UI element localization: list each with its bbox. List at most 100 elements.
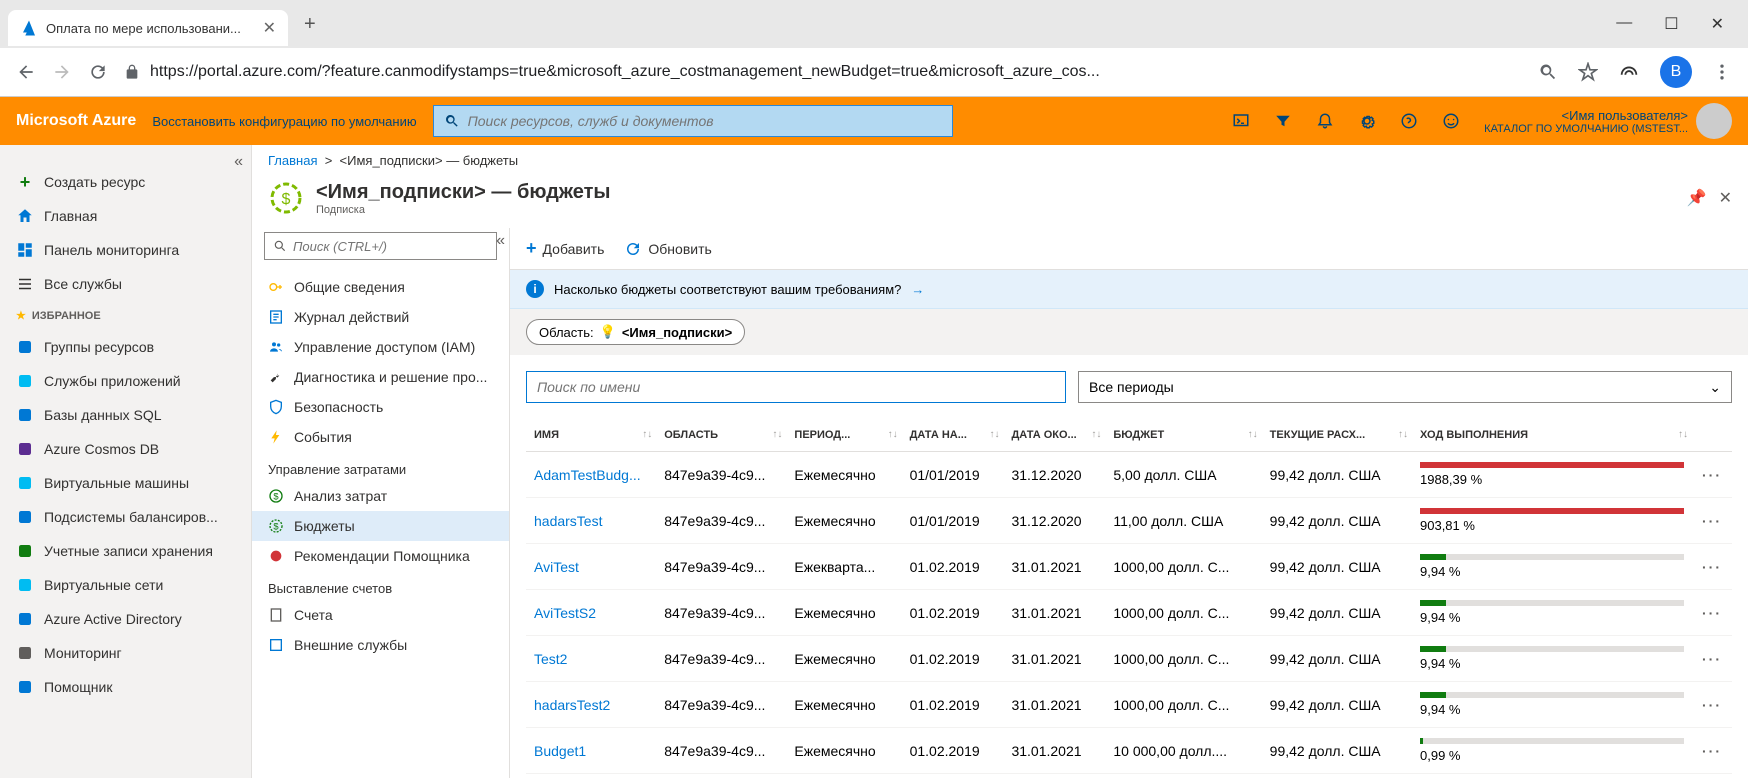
sidebar-fav-item[interactable]: Группы ресурсов — [0, 330, 251, 364]
sidebar-fav-item[interactable]: Учетные записи хранения — [0, 534, 251, 568]
pin-icon[interactable]: 📌 — [1687, 188, 1707, 208]
row-actions-button[interactable]: ··· — [1692, 636, 1732, 682]
cell-end: 31.01.2021 — [1003, 728, 1105, 774]
mid-cost-analysis[interactable]: $Анализ затрат — [252, 481, 509, 511]
sidebar-fav-item[interactable]: Базы данных SQL — [0, 398, 251, 432]
sidebar-home[interactable]: Главная — [0, 199, 251, 233]
notifications-icon[interactable] — [1316, 112, 1334, 130]
row-actions-button[interactable]: ··· — [1692, 498, 1732, 544]
budget-name-link[interactable]: AdamTestBudg... — [526, 452, 656, 498]
people-icon — [268, 339, 284, 355]
browser-profile-button[interactable]: В — [1660, 56, 1692, 88]
mid-recommendations[interactable]: Рекомендации Помощника — [252, 541, 509, 571]
filter-icon[interactable] — [1274, 112, 1292, 130]
row-actions-button[interactable]: ··· — [1692, 544, 1732, 590]
cell-budget: 1000,00 долл. С... — [1105, 682, 1261, 728]
feedback-banner[interactable]: i Насколько бюджеты соответствуют вашим … — [510, 270, 1748, 309]
address-bar[interactable]: https://portal.azure.com/?feature.canmod… — [124, 63, 1522, 81]
azure-logo[interactable]: Microsoft Azure — [16, 112, 136, 130]
refresh-button[interactable]: Обновить — [624, 240, 711, 258]
period-filter-select[interactable]: Все периоды ⌄ — [1078, 371, 1732, 403]
add-button[interactable]: +Добавить — [526, 238, 604, 259]
help-icon[interactable] — [1400, 112, 1418, 130]
budget-name-link[interactable]: Budget1 — [526, 728, 656, 774]
mid-invoices[interactable]: Счета — [252, 600, 509, 630]
browser-tab[interactable]: Оплата по мере использовани... ✕ — [8, 10, 288, 46]
feedback-icon[interactable] — [1442, 112, 1460, 130]
mid-overview[interactable]: Общие сведения — [252, 272, 509, 302]
close-blade-icon[interactable]: ✕ — [1719, 188, 1732, 208]
menu-search-input[interactable] — [293, 239, 488, 254]
window-close-icon[interactable]: ✕ — [1711, 14, 1724, 34]
mid-iam[interactable]: Управление доступом (IAM) — [252, 332, 509, 362]
cell-scope: 847e9a39-4c9... — [656, 636, 786, 682]
service-icon — [16, 440, 34, 458]
menu-icon[interactable] — [1712, 62, 1732, 82]
restore-config-link[interactable]: Восстановить конфигурацию по умолчанию — [152, 114, 416, 129]
col-budget[interactable]: БЮДЖЕТ↑↓ — [1105, 419, 1261, 452]
col-period[interactable]: ПЕРИОД...↑↓ — [786, 419, 901, 452]
cell-period: Ежемесячно — [786, 498, 901, 544]
mid-diagnose[interactable]: Диагностика и решение про... — [252, 362, 509, 392]
cell-scope: 847e9a39-4c9... — [656, 544, 786, 590]
mid-activity[interactable]: Журнал действий — [252, 302, 509, 332]
sidebar-fav-item[interactable]: Подсистемы балансиров... — [0, 500, 251, 534]
budget-name-link[interactable]: hadarsTest2 — [526, 682, 656, 728]
sidebar-fav-item[interactable]: Виртуальные сети — [0, 568, 251, 602]
breadcrumb-home[interactable]: Главная — [268, 153, 317, 168]
collapse-sidebar-icon[interactable]: « — [234, 153, 243, 171]
log-icon — [268, 309, 284, 325]
collapse-mid-sidebar-icon[interactable]: « — [496, 232, 505, 250]
azure-search-box[interactable] — [433, 105, 953, 137]
sidebar-dashboard[interactable]: Панель мониторинга — [0, 233, 251, 267]
sidebar-fav-item[interactable]: Помощник — [0, 670, 251, 704]
budget-name-link[interactable]: hadarsTest — [526, 498, 656, 544]
mid-budgets[interactable]: $Бюджеты — [252, 511, 509, 541]
sidebar-fav-item[interactable]: Azure Cosmos DB — [0, 432, 251, 466]
cell-end: 31.01.2021 — [1003, 636, 1105, 682]
forward-button[interactable] — [52, 62, 72, 82]
row-actions-button[interactable]: ··· — [1692, 590, 1732, 636]
reader-icon[interactable] — [1618, 61, 1640, 83]
budget-name-link[interactable]: AviTest — [526, 544, 656, 590]
sidebar-fav-item[interactable]: Azure Active Directory — [0, 602, 251, 636]
row-actions-button[interactable]: ··· — [1692, 682, 1732, 728]
new-tab-button[interactable]: + — [304, 13, 316, 36]
star-icon[interactable] — [1578, 62, 1598, 82]
bulb-icon: 💡 — [600, 324, 616, 340]
user-menu[interactable]: <Имя пользователя> КАТАЛОГ ПО УМОЛЧАНИЮ … — [1484, 103, 1732, 139]
sidebar-fav-item[interactable]: Мониторинг — [0, 636, 251, 670]
col-current[interactable]: ТЕКУЩИЕ РАСХ...↑↓ — [1262, 419, 1412, 452]
window-maximize-icon[interactable]: ☐ — [1664, 14, 1678, 34]
scope-selector[interactable]: Область: 💡 <Имя_подписки> — [526, 319, 745, 345]
azure-favicon-icon — [20, 19, 38, 37]
name-filter-input[interactable] — [526, 371, 1066, 403]
mid-events[interactable]: События — [252, 422, 509, 452]
billing-section-label: Выставление счетов — [252, 571, 509, 600]
menu-search-box[interactable] — [264, 232, 497, 260]
sidebar-fav-item[interactable]: Службы приложений — [0, 364, 251, 398]
mid-security[interactable]: Безопасность — [252, 392, 509, 422]
col-start[interactable]: ДАТА НА...↑↓ — [902, 419, 1004, 452]
create-resource-button[interactable]: + Создать ресурс — [0, 165, 251, 199]
sidebar-all-services[interactable]: Все службы — [0, 267, 251, 301]
col-end[interactable]: ДАТА ОКО...↑↓ — [1003, 419, 1105, 452]
back-button[interactable] — [16, 62, 36, 82]
settings-icon[interactable] — [1358, 112, 1376, 130]
col-name[interactable]: ИМЯ↑↓ — [526, 419, 656, 452]
window-minimize-icon[interactable]: — — [1616, 14, 1632, 34]
home-icon — [16, 207, 34, 225]
tab-close-icon[interactable]: ✕ — [263, 18, 276, 38]
row-actions-button[interactable]: ··· — [1692, 728, 1732, 774]
mid-external[interactable]: Внешние службы — [252, 630, 509, 660]
budget-name-link[interactable]: Test2 — [526, 636, 656, 682]
azure-search-input[interactable] — [468, 113, 942, 129]
reload-button[interactable] — [88, 62, 108, 82]
cloud-shell-icon[interactable] — [1232, 112, 1250, 130]
sidebar-fav-item[interactable]: Виртуальные машины — [0, 466, 251, 500]
budget-name-link[interactable]: AviTestS2 — [526, 590, 656, 636]
col-progress[interactable]: ХОД ВЫПОЛНЕНИЯ↑↓ — [1412, 419, 1692, 452]
row-actions-button[interactable]: ··· — [1692, 452, 1732, 498]
search-icon[interactable] — [1538, 62, 1558, 82]
col-scope[interactable]: ОБЛАСТЬ↑↓ — [656, 419, 786, 452]
